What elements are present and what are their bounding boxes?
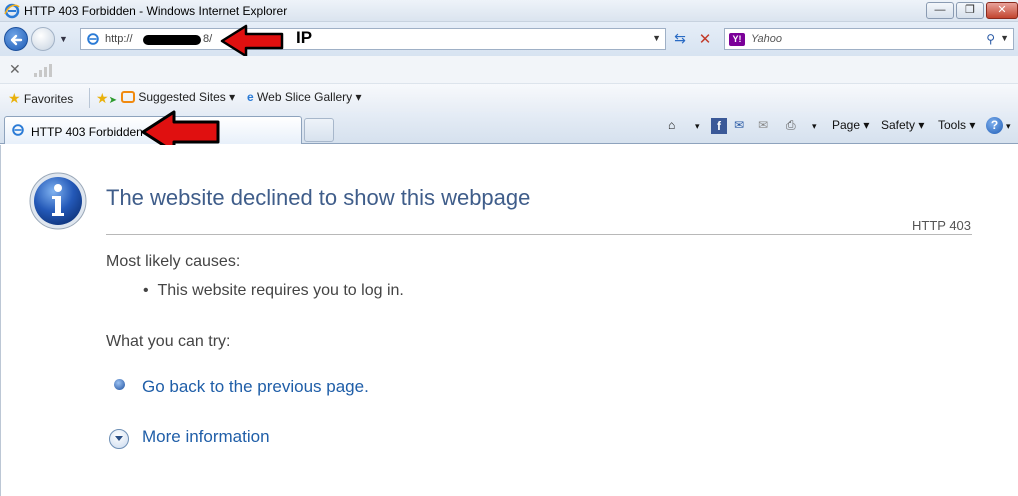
recent-pages-dropdown-icon[interactable]: ▼ bbox=[59, 34, 68, 44]
feeds-icon[interactable]: ✉ bbox=[734, 118, 744, 132]
causes-heading: Most likely causes: bbox=[106, 253, 241, 270]
tab-label: HTTP 403 Forbidden bbox=[31, 125, 143, 139]
divider bbox=[106, 234, 972, 235]
url-text-prefix: http:// bbox=[105, 33, 133, 45]
home-dropdown-icon[interactable]: ▾ bbox=[695, 121, 700, 132]
suggested-sites-label: Suggested Sites bbox=[138, 90, 226, 104]
refresh-icon[interactable]: ⇆ bbox=[670, 30, 690, 48]
page-menu-label: Page bbox=[832, 118, 861, 132]
cause-list-item: • This website requires you to log in. bbox=[143, 282, 404, 300]
home-icon[interactable]: ⌂ bbox=[668, 118, 675, 132]
go-back-link[interactable]: Go back to the previous page. bbox=[142, 377, 369, 397]
toolbar-separator bbox=[89, 88, 90, 108]
back-arrow-icon bbox=[10, 34, 23, 46]
help-dropdown-icon[interactable]: ▾ bbox=[1006, 121, 1011, 132]
ie-logo-icon bbox=[4, 3, 20, 22]
close-bar-icon[interactable]: ✕ bbox=[9, 61, 21, 78]
add-favorites-icon[interactable]: ★➤ bbox=[96, 90, 117, 107]
search-box[interactable]: Y! Yahoo ⚲ ▼ bbox=[724, 28, 1014, 50]
web-slice-gallery-label: Web Slice Gallery bbox=[257, 90, 353, 104]
search-placeholder: Yahoo bbox=[751, 33, 782, 45]
print-dropdown-icon[interactable]: ▾ bbox=[812, 121, 817, 132]
more-information-link[interactable]: More information bbox=[142, 427, 270, 447]
page-icon bbox=[86, 32, 100, 49]
safety-menu-button[interactable]: Safety ▾ bbox=[881, 118, 924, 132]
title-bar: HTTP 403 Forbidden - Windows Internet Ex… bbox=[0, 0, 1018, 22]
favorites-label: Favorites bbox=[23, 92, 74, 106]
window-title: HTTP 403 Forbidden - Windows Internet Ex… bbox=[24, 4, 288, 18]
favorites-bar: ★ Favorites ★➤ Suggested Sites ▾ e Web S… bbox=[0, 84, 1018, 112]
annotation-ip-label: IP bbox=[296, 28, 313, 47]
navigation-bar: ▼ http:// 8/ ▼ ⇆ ✕ Y! Yahoo ⚲ ▼ bbox=[0, 22, 1018, 56]
chevron-down-icon: ▾ bbox=[969, 118, 976, 132]
print-icon[interactable]: ⎙ bbox=[786, 118, 796, 133]
chevron-down-icon: ▾ bbox=[229, 90, 236, 104]
tab-page-icon bbox=[11, 123, 25, 140]
forward-button[interactable] bbox=[31, 27, 55, 51]
address-bar[interactable]: http:// 8/ ▼ bbox=[80, 28, 666, 50]
redacted-ip-mark bbox=[143, 35, 201, 45]
chevron-down-icon: ▾ bbox=[918, 118, 925, 132]
tools-menu-button[interactable]: Tools ▾ bbox=[938, 118, 975, 132]
yahoo-logo-icon: Y! bbox=[729, 33, 745, 46]
back-button[interactable] bbox=[4, 27, 28, 51]
status-code: HTTP 403 bbox=[912, 218, 972, 233]
cause-text: This website requires you to log in. bbox=[157, 282, 404, 299]
bullet-dot-icon bbox=[114, 379, 125, 390]
ie-page-icon: e bbox=[247, 90, 254, 104]
suggested-sites-icon bbox=[121, 91, 135, 103]
chevron-down-icon: ▾ bbox=[863, 118, 870, 132]
favorites-button[interactable]: ★ Favorites bbox=[8, 90, 73, 107]
expand-chevron-icon[interactable] bbox=[109, 429, 129, 449]
search-options-dropdown-icon[interactable]: ▼ bbox=[1000, 33, 1009, 43]
url-text-suffix: 8/ bbox=[203, 33, 213, 45]
tools-menu-label: Tools bbox=[938, 118, 967, 132]
page-title: The website declined to show this webpag… bbox=[106, 185, 531, 210]
search-icon[interactable]: ⚲ bbox=[986, 32, 995, 46]
info-icon bbox=[29, 172, 87, 230]
minimize-button[interactable]: — bbox=[926, 2, 954, 19]
try-heading: What you can try: bbox=[106, 333, 231, 350]
read-mail-icon[interactable]: ✉ bbox=[758, 118, 768, 132]
safety-menu-label: Safety bbox=[881, 118, 916, 132]
page-content: The website declined to show this webpag… bbox=[0, 145, 1018, 496]
bullet-mark: • bbox=[143, 282, 158, 299]
page-menu-button[interactable]: Page ▾ bbox=[832, 118, 869, 132]
web-slice-gallery-button[interactable]: e Web Slice Gallery ▾ bbox=[247, 90, 362, 104]
close-window-button[interactable]: ✕ bbox=[986, 2, 1018, 19]
notification-bar: ✕ bbox=[0, 56, 1018, 84]
facebook-icon[interactable]: f bbox=[711, 118, 727, 134]
help-icon[interactable]: ? bbox=[986, 117, 1003, 134]
star-icon: ★ bbox=[8, 90, 21, 106]
signal-bars-icon bbox=[34, 64, 52, 77]
address-dropdown-icon[interactable]: ▼ bbox=[652, 33, 661, 43]
new-tab-button[interactable] bbox=[304, 118, 334, 142]
annotation-arrow-url bbox=[220, 24, 284, 58]
suggested-sites-button[interactable]: Suggested Sites ▾ bbox=[121, 90, 235, 104]
maximize-button[interactable]: ❐ bbox=[956, 2, 984, 19]
chevron-down-icon: ▾ bbox=[355, 90, 362, 104]
stop-icon[interactable]: ✕ bbox=[695, 30, 715, 48]
